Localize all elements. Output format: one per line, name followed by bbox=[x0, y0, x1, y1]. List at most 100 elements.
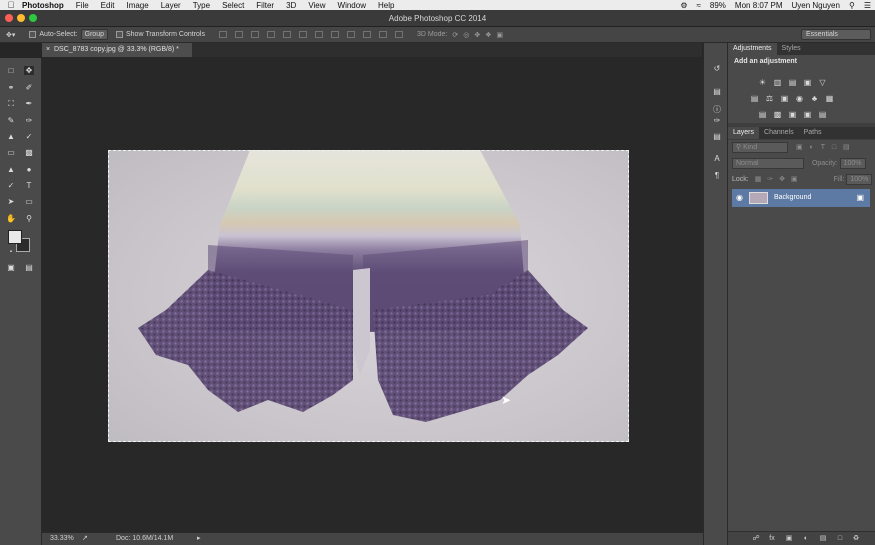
align-left-icon[interactable] bbox=[266, 31, 275, 38]
tab-layers[interactable]: Layers bbox=[728, 127, 760, 139]
quick-mask-icon[interactable]: ▣ bbox=[6, 263, 16, 272]
move-tool-icon[interactable]: ✥ bbox=[24, 66, 34, 75]
lock-pixels-icon[interactable]: ✑ bbox=[767, 176, 773, 183]
eraser-tool-icon[interactable]: ▭ bbox=[6, 148, 16, 157]
minimize-window-button[interactable] bbox=[17, 14, 25, 22]
menu-file[interactable]: File bbox=[76, 1, 89, 10]
menu-window[interactable]: Window bbox=[338, 1, 366, 10]
shape-tool-icon[interactable]: ▭ bbox=[24, 197, 34, 206]
color-balance-icon[interactable]: ⚖ bbox=[765, 95, 774, 103]
status-icon[interactable]: ⚙ bbox=[680, 1, 687, 10]
auto-select-checkbox[interactable] bbox=[29, 31, 37, 38]
menu-select[interactable]: Select bbox=[222, 1, 244, 10]
path-select-tool-icon[interactable]: ➤ bbox=[6, 197, 16, 206]
healing-brush-tool-icon[interactable]: ✎ bbox=[6, 116, 16, 125]
quick-select-tool-icon[interactable]: ✐ bbox=[24, 83, 34, 92]
distribute-vcenter-icon[interactable] bbox=[330, 31, 339, 38]
exposure-icon[interactable]: ▣ bbox=[803, 79, 812, 87]
3d-roll-icon[interactable]: ◎ bbox=[463, 31, 469, 39]
distribute-top-icon[interactable] bbox=[314, 31, 323, 38]
info-panel-icon[interactable]: ⓘ bbox=[712, 105, 722, 114]
threshold-icon[interactable]: ▣ bbox=[788, 111, 797, 119]
new-group-icon[interactable]: ▤ bbox=[819, 535, 827, 543]
filter-kind-dropdown[interactable]: ⚲ Kind bbox=[732, 142, 788, 153]
distribute-right-icon[interactable] bbox=[394, 31, 403, 38]
align-top-icon[interactable] bbox=[218, 31, 227, 38]
menu-user[interactable]: Uyen Nguyen bbox=[791, 1, 839, 10]
close-tab-icon[interactable]: × bbox=[46, 46, 52, 53]
invert-icon[interactable]: ▤ bbox=[758, 111, 767, 119]
filter-type-icon[interactable]: T bbox=[821, 144, 825, 151]
close-window-button[interactable] bbox=[5, 14, 13, 22]
lock-transparency-icon[interactable]: ▦ bbox=[755, 176, 762, 183]
apple-icon[interactable]:  bbox=[0, 0, 22, 10]
3d-orbit-icon[interactable]: ⟳ bbox=[452, 31, 458, 39]
vibrance-icon[interactable]: ▽ bbox=[818, 79, 827, 87]
curves-icon[interactable]: ▤ bbox=[788, 79, 797, 87]
gradient-map-icon[interactable]: ▤ bbox=[818, 111, 827, 119]
status-menu-arrow-icon[interactable]: ▸ bbox=[197, 533, 201, 545]
menu-layer[interactable]: Layer bbox=[161, 1, 181, 10]
tab-styles[interactable]: Styles bbox=[777, 43, 806, 55]
properties-panel-icon[interactable]: ▤ bbox=[712, 87, 722, 96]
new-adjustment-icon[interactable]: ◐ bbox=[802, 535, 810, 543]
character-panel-icon[interactable]: A bbox=[712, 154, 722, 163]
distribute-bottom-icon[interactable] bbox=[346, 31, 355, 38]
filter-pixel-icon[interactable]: ▣ bbox=[796, 144, 803, 151]
dodge-tool-icon[interactable]: ● bbox=[24, 165, 34, 174]
add-mask-icon[interactable]: ▣ bbox=[785, 535, 793, 543]
brush-presets-icon[interactable]: ✑ bbox=[712, 116, 722, 125]
3d-scale-icon[interactable]: ▣ bbox=[496, 31, 503, 39]
tab-adjustments[interactable]: Adjustments bbox=[728, 43, 777, 55]
menu-image[interactable]: Image bbox=[126, 1, 148, 10]
crop-tool-icon[interactable]: ⛶ bbox=[6, 99, 16, 108]
tab-paths[interactable]: Paths bbox=[799, 127, 827, 139]
tool-preset-picker[interactable]: ✥▾ bbox=[6, 31, 15, 39]
link-layers-icon[interactable]: ☍ bbox=[752, 535, 760, 543]
zoom-tool-icon[interactable]: ⚲ bbox=[24, 214, 34, 223]
export-icon[interactable]: ↗ bbox=[82, 533, 88, 545]
menu-type[interactable]: Type bbox=[193, 1, 210, 10]
align-bottom-icon[interactable] bbox=[250, 31, 259, 38]
clone-stamp-tool-icon[interactable]: ▲ bbox=[6, 132, 16, 141]
lock-position-icon[interactable]: ✥ bbox=[779, 176, 785, 183]
lasso-tool-icon[interactable]: ⚭ bbox=[6, 83, 16, 92]
tool-presets-icon[interactable]: ▤ bbox=[712, 132, 722, 141]
auto-select-dropdown[interactable]: Group bbox=[80, 29, 108, 40]
align-right-icon[interactable] bbox=[298, 31, 307, 38]
hand-tool-icon[interactable]: ✋ bbox=[6, 214, 16, 223]
notifications-icon[interactable]: ☰ bbox=[864, 1, 871, 10]
menu-view[interactable]: View bbox=[308, 1, 325, 10]
battery-percent[interactable]: 89% bbox=[710, 1, 726, 10]
workspace-switcher[interactable]: Essentials bbox=[801, 29, 871, 40]
show-transform-checkbox[interactable] bbox=[116, 31, 123, 38]
menu-app-name[interactable]: Photoshop bbox=[22, 1, 64, 10]
history-panel-icon[interactable]: ↺ bbox=[712, 64, 722, 73]
visibility-eye-icon[interactable]: ◉ bbox=[736, 193, 743, 202]
pen-tool-icon[interactable]: ✓ bbox=[6, 181, 16, 190]
align-hcenter-icon[interactable] bbox=[282, 31, 291, 38]
filter-adjustment-icon[interactable]: ◐ bbox=[810, 144, 814, 151]
align-vcenter-icon[interactable] bbox=[234, 31, 243, 38]
zoom-level[interactable]: 33.33% bbox=[50, 533, 74, 545]
selective-color-icon[interactable]: ▣ bbox=[803, 111, 812, 119]
tab-channels[interactable]: Channels bbox=[759, 127, 799, 139]
new-layer-icon[interactable]: □ bbox=[836, 535, 844, 543]
menu-edit[interactable]: Edit bbox=[101, 1, 115, 10]
menu-help[interactable]: Help bbox=[378, 1, 394, 10]
menu-filter[interactable]: Filter bbox=[256, 1, 274, 10]
spotlight-icon[interactable]: ⚲ bbox=[849, 1, 855, 10]
paragraph-panel-icon[interactable]: ¶ bbox=[712, 171, 722, 180]
document-tab[interactable]: × DSC_8783 copy.jpg @ 33.3% (RGB/8) * bbox=[42, 43, 192, 57]
brightness-contrast-icon[interactable]: ☀ bbox=[758, 79, 767, 87]
zoom-window-button[interactable] bbox=[29, 14, 37, 22]
default-colors-icon[interactable]: ▪ bbox=[6, 248, 16, 257]
blur-tool-icon[interactable]: ▲ bbox=[6, 165, 16, 174]
fill-input[interactable]: 100% bbox=[846, 174, 873, 185]
brush-tool-icon[interactable]: ✑ bbox=[24, 116, 34, 125]
opacity-input[interactable]: 100% bbox=[839, 158, 866, 169]
document-canvas[interactable]: ➤ bbox=[42, 57, 703, 532]
gradient-tool-icon[interactable]: ▩ bbox=[24, 148, 34, 157]
type-tool-icon[interactable]: T bbox=[24, 181, 34, 190]
posterize-icon[interactable]: ▩ bbox=[773, 111, 782, 119]
